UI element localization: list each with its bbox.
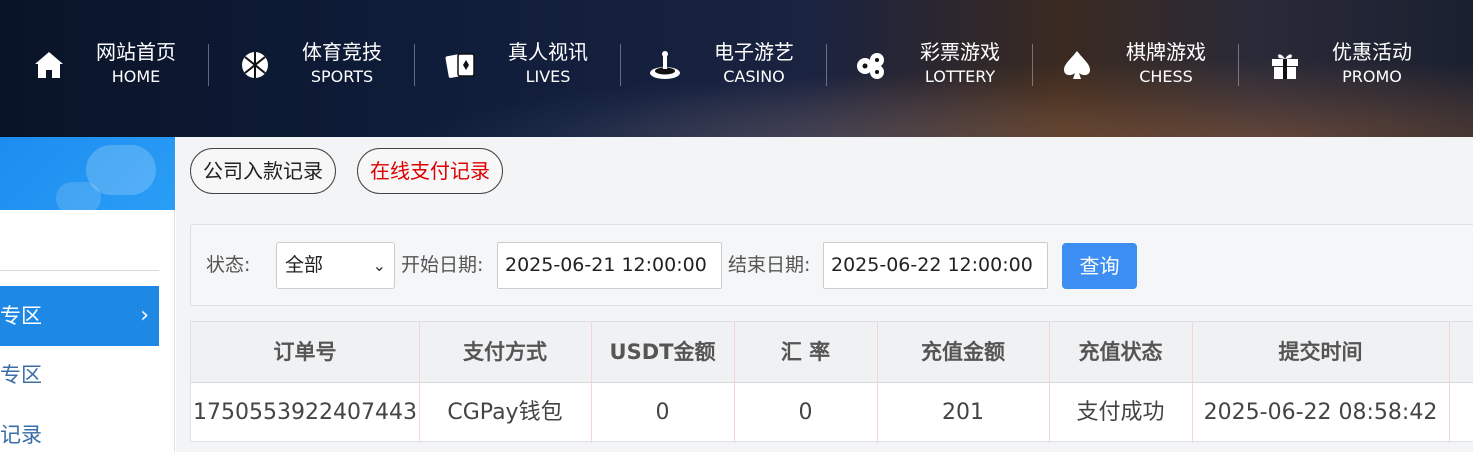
status-label: 状态: xyxy=(206,254,251,276)
nav-sports-sub: SPORTS xyxy=(310,67,374,86)
nav-promo-sub: PROMO xyxy=(1342,67,1402,86)
tab-online-payment[interactable]: 在线支付记录 xyxy=(357,148,503,194)
nav-chess-sub: CHESS xyxy=(1139,67,1193,86)
nav-lottery-label: 彩票游戏 xyxy=(920,40,1000,64)
nav-lottery[interactable]: 彩票游戏 LOTTERY xyxy=(854,38,1004,94)
sidebar-banner xyxy=(0,137,175,210)
nav-sports-label: 体育竞技 xyxy=(302,40,382,64)
end-date-input[interactable]: 2025-06-22 12:00:00 xyxy=(823,242,1048,289)
filter-bar: 状态: 全部 ⌄ 开始日期: 2025-06-21 12:00:00 结束日期:… xyxy=(190,224,1473,306)
table-cell-time: 2025-06-22 08:58:42 xyxy=(1203,400,1438,425)
basketball-icon xyxy=(238,46,272,84)
nav-divider xyxy=(208,44,209,86)
nav-divider xyxy=(620,44,621,86)
home-icon xyxy=(32,46,66,84)
nav-lives-label: 真人视讯 xyxy=(508,40,588,64)
end-date-label: 结束日期: xyxy=(728,254,811,276)
nav-divider xyxy=(826,44,827,86)
top-header: 网站首页 HOME 体育竞技 SPORTS 真人视讯 LIVES 电子游艺 CA… xyxy=(0,0,1473,137)
sidebar-divider xyxy=(0,270,159,271)
nav-home-label: 网站首页 xyxy=(96,40,176,64)
chevron-down-icon: ⌄ xyxy=(372,256,386,275)
nav-lottery-sub: LOTTERY xyxy=(924,67,996,86)
column-header-usdt-amount: USDT金额 xyxy=(609,340,716,364)
table-cell-rate: 0 xyxy=(798,400,813,425)
column-header-payment-method: 支付方式 xyxy=(463,340,547,364)
sidebar-item-label: 记录 xyxy=(0,423,42,447)
record-tabs: 公司入款记录 在线支付记录 xyxy=(176,137,1473,210)
lottery-balls-icon xyxy=(854,46,888,84)
sidebar: 专区 › 专区 记录 xyxy=(0,137,175,452)
sidebar-item-records[interactable]: 记录 xyxy=(0,421,159,461)
table-cell-status: 支付成功 xyxy=(1076,400,1165,425)
status-select-value: 全部 xyxy=(285,254,324,276)
tab-company-deposit[interactable]: 公司入款记录 xyxy=(190,148,336,194)
nav-divider xyxy=(1238,44,1239,86)
main-nav: 网站首页 HOME 体育竞技 SPORTS 真人视讯 LIVES 电子游艺 CA… xyxy=(0,0,1473,137)
nav-promo-label: 优惠活动 xyxy=(1332,40,1412,64)
nav-casino-sub: CASINO xyxy=(723,67,785,86)
nav-chess[interactable]: 棋牌游戏 CHESS xyxy=(1060,38,1210,94)
nav-casino-label: 电子游艺 xyxy=(714,40,794,64)
nav-home-sub: HOME xyxy=(111,67,161,86)
nav-divider xyxy=(1032,44,1033,86)
gamepad-icon xyxy=(56,182,101,210)
payment-records-table: 订单号 支付方式 USDT金额 汇 率 充值金额 充值状态 提交时间 17505… xyxy=(190,321,1473,443)
column-header-rate: 汇 率 xyxy=(780,340,831,364)
column-header-amount: 充值金额 xyxy=(921,340,1005,364)
chevron-right-icon: › xyxy=(140,303,149,328)
nav-chess-label: 棋牌游戏 xyxy=(1126,40,1206,64)
nav-promo[interactable]: 优惠活动 PROMO xyxy=(1268,38,1418,94)
roulette-icon xyxy=(648,46,682,84)
query-button[interactable]: 查询 xyxy=(1062,243,1137,289)
column-divider xyxy=(1449,322,1450,443)
table-cell-order-id: 1750553922407443 xyxy=(193,400,417,425)
table-cell-payment-method: CGPay钱包 xyxy=(447,400,563,425)
cards-icon xyxy=(444,46,478,84)
column-header-status: 充值状态 xyxy=(1078,340,1163,364)
main-content: 公司入款记录 在线支付记录 状态: 全部 ⌄ 开始日期: 2025-06-21 … xyxy=(176,137,1473,452)
spade-icon xyxy=(1060,46,1094,84)
sidebar-item-active[interactable]: 专区 › xyxy=(0,286,159,346)
sidebar-item-label: 专区 xyxy=(0,363,42,387)
nav-sports[interactable]: 体育竞技 SPORTS xyxy=(238,38,388,94)
table-cell-usdt-amount: 0 xyxy=(655,400,670,425)
start-date-label: 开始日期: xyxy=(401,254,484,276)
column-header-time: 提交时间 xyxy=(1278,340,1363,364)
nav-divider xyxy=(414,44,415,86)
status-select[interactable]: 全部 ⌄ xyxy=(276,242,395,289)
sidebar-item[interactable]: 专区 xyxy=(0,361,159,401)
nav-home[interactable]: 网站首页 HOME xyxy=(32,38,182,94)
sidebar-item-label: 专区 xyxy=(0,304,42,328)
start-date-input[interactable]: 2025-06-21 12:00:00 xyxy=(497,242,722,289)
nav-casino[interactable]: 电子游艺 CASINO xyxy=(648,38,798,94)
gift-icon xyxy=(1268,46,1302,84)
nav-lives-sub: LIVES xyxy=(525,67,571,86)
nav-lives[interactable]: 真人视讯 LIVES xyxy=(444,38,594,94)
table-cell-amount: 201 xyxy=(942,400,984,425)
column-header-order-id: 订单号 xyxy=(273,340,337,364)
